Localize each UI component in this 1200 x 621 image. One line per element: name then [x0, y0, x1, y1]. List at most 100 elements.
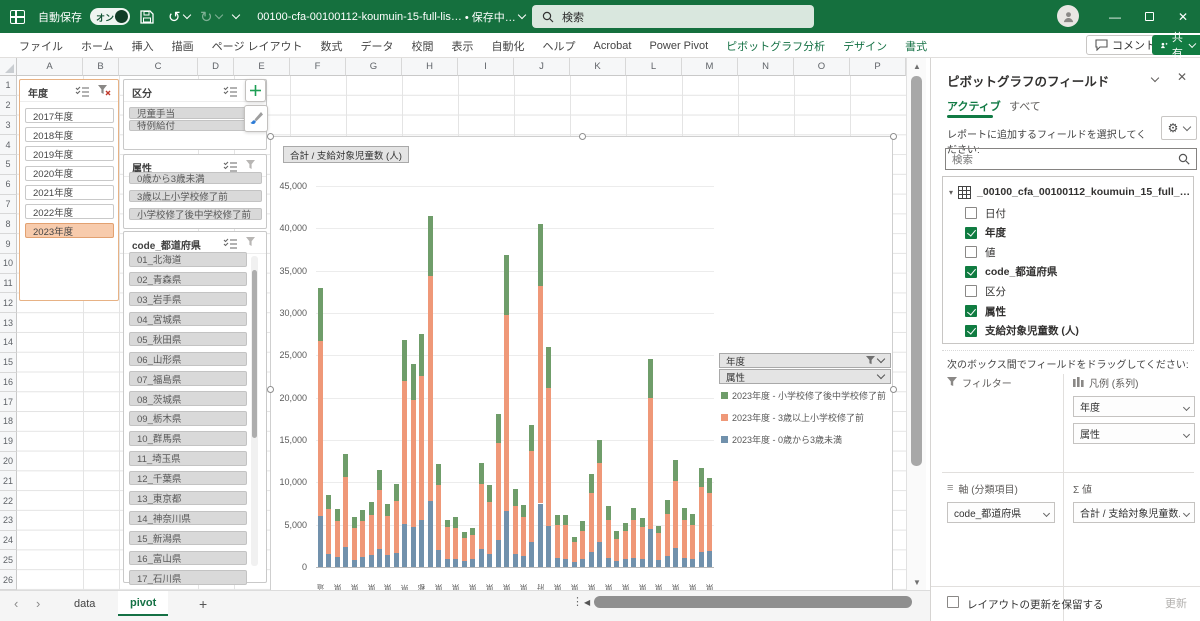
field-row-属性[interactable]: 属性 [965, 301, 1194, 321]
row-header-8[interactable]: 8 [0, 214, 17, 234]
field-checkbox-支給対象児童数 (人)[interactable] [965, 325, 977, 337]
scroll-up-arrow[interactable]: ▲ [907, 58, 927, 74]
row-header-3[interactable]: 3 [0, 116, 17, 136]
slicer-item-2017年度[interactable]: 2017年度 [25, 108, 114, 123]
row-header-14[interactable]: 14 [0, 333, 17, 353]
slicer-item-15_新潟県[interactable]: 15_新潟県 [129, 531, 247, 546]
column-header-N[interactable]: N [738, 58, 794, 76]
column-header-K[interactable]: K [570, 58, 626, 76]
defer-layout-checkbox[interactable] [947, 596, 959, 608]
share-button[interactable]: 共有 [1152, 35, 1200, 55]
slicer-item-01_北海道[interactable]: 01_北海道 [129, 252, 247, 267]
row-header-26[interactable]: 26 [0, 570, 17, 590]
slicer-item-08_茨城県[interactable]: 08_茨城県 [129, 391, 247, 406]
row-header-15[interactable]: 15 [0, 353, 17, 373]
bar-37_香川県-2023年度 - 小学校修了後中学校修了前[interactable] [623, 523, 628, 531]
field-checkbox-属性[interactable] [965, 305, 977, 317]
column-header-I[interactable]: I [458, 58, 514, 76]
pane-collapse-icon[interactable] [1149, 70, 1158, 84]
bar-43_熊本県-2023年度 - 小学校修了後中学校修了前[interactable] [673, 460, 678, 481]
slicer-item-3歳以上小学校修了前[interactable]: 3歳以上小学校修了前 [129, 190, 262, 202]
bar-01_北海道-2023年度 - 小学校修了後中学校修了前[interactable] [318, 288, 323, 341]
bar-17_石川県-2023年度 - 小学校修了後中学校修了前[interactable] [453, 517, 458, 528]
area-pill-合計 / 支給対象児童数...[interactable]: 合計 / 支給対象児童数... [1073, 502, 1195, 523]
column-header-A[interactable]: A [17, 58, 83, 76]
ribbon-tab-9[interactable]: 自動化 [483, 38, 534, 54]
redo-button[interactable]: ↻ [200, 0, 222, 33]
bar-04_宮城県-2023年度 - 小学校修了後中学校修了前[interactable] [343, 454, 348, 477]
column-header-O[interactable]: O [794, 58, 850, 76]
bar-47_沖縄県-2023年度 - 0歳から3歳未満[interactable] [707, 551, 712, 567]
slicer-item-05_秋田県[interactable]: 05_秋田県 [129, 332, 247, 347]
area-axis[interactable]: ≡軸 (分類項目) code_都道府県 [947, 480, 1055, 572]
bar-39_高知県-2023年度 - 3歳以上小学校修了前[interactable] [640, 527, 645, 558]
bar-05_秋田県-2023年度 - 0歳から3歳未満[interactable] [352, 560, 357, 567]
ribbon-tab-7[interactable]: 校閲 [403, 38, 443, 54]
bar-29_奈良県-2023年度 - 3歳以上小学校修了前[interactable] [555, 525, 560, 558]
slicer-scrollbar[interactable] [251, 256, 258, 566]
column-header-J[interactable]: J [514, 58, 570, 76]
row-header-12[interactable]: 12 [0, 293, 17, 313]
bar-25_滋賀県-2023年度 - 0歳から3歳未満[interactable] [521, 556, 526, 567]
row-header-20[interactable]: 20 [0, 452, 17, 472]
minimize-button[interactable]: — [1098, 0, 1132, 33]
row-header-17[interactable]: 17 [0, 392, 17, 412]
slicer-item-0歳から3歳未満[interactable]: 0歳から3歳未満 [129, 172, 262, 184]
bar-42_長崎県-2023年度 - 0歳から3歳未満[interactable] [665, 556, 670, 567]
bar-02_青森県-2023年度 - 3歳以上小学校修了前[interactable] [326, 509, 331, 554]
bar-14_神奈川県-2023年度 - 0歳から3歳未満[interactable] [428, 501, 433, 567]
add-sheet-button[interactable]: + [199, 591, 207, 616]
bar-23_愛知県-2023年度 - 小学校修了後中学校修了前[interactable] [504, 255, 509, 314]
filter-icon[interactable] [244, 235, 261, 251]
field-table-row[interactable]: ▾_00100_cfa_00100112_koumuin_15_full_… [949, 182, 1194, 202]
area-values[interactable]: Σ 値 合計 / 支給対象児童数... [1073, 480, 1195, 572]
bar-12_千葉県-2023年度 - 小学校修了後中学校修了前[interactable] [411, 364, 416, 400]
bar-06_山形県-2023年度 - 3歳以上小学校修了前[interactable] [360, 521, 365, 557]
bar-04_宮城県-2023年度 - 0歳から3歳未満[interactable] [343, 547, 348, 567]
bar-40_福岡県-2023年度 - 0歳から3歳未満[interactable] [648, 529, 653, 567]
bar-20_長野県-2023年度 - 3歳以上小学校修了前[interactable] [479, 484, 484, 549]
bar-07_福島県-2023年度 - 3歳以上小学校修了前[interactable] [369, 515, 374, 555]
undo-button[interactable]: ↺ [168, 0, 190, 33]
bar-36_徳島県-2023年度 - 3歳以上小学校修了前[interactable] [614, 539, 619, 561]
area-pill-属性[interactable]: 属性 [1073, 423, 1195, 444]
multi-select-icon[interactable] [222, 235, 239, 251]
row-header-1[interactable]: 1 [0, 76, 17, 96]
maximize-button[interactable] [1132, 0, 1166, 33]
bar-27_大阪府-2023年度 - 0歳から3歳未満[interactable] [538, 504, 543, 568]
bar-09_栃木県-2023年度 - 3歳以上小学校修了前[interactable] [385, 516, 390, 555]
row-header-9[interactable]: 9 [0, 234, 17, 254]
bar-08_茨城県-2023年度 - 3歳以上小学校修了前[interactable] [377, 490, 382, 549]
bar-02_青森県-2023年度 - 小学校修了後中学校修了前[interactable] [326, 495, 331, 509]
bar-14_神奈川県-2023年度 - 小学校修了後中学校修了前[interactable] [428, 216, 433, 276]
field-row-年度[interactable]: 年度 [965, 223, 1194, 243]
bar-34_広島県-2023年度 - 小学校修了後中学校修了前[interactable] [597, 440, 602, 463]
slicer-item-11_埼玉県[interactable]: 11_埼玉県 [129, 451, 247, 466]
bar-43_熊本県-2023年度 - 3歳以上小学校修了前[interactable] [673, 481, 678, 548]
bar-13_東京都-2023年度 - 小学校修了後中学校修了前[interactable] [419, 334, 424, 375]
field-checkbox-日付[interactable] [965, 207, 977, 219]
column-header-B[interactable]: B [83, 58, 119, 76]
bar-22_静岡県-2023年度 - 小学校修了後中学校修了前[interactable] [496, 414, 501, 443]
field-checkbox-年度[interactable] [965, 227, 977, 239]
bar-13_東京都-2023年度 - 3歳以上小学校修了前[interactable] [419, 376, 424, 521]
slicer-item-2023年度[interactable]: 2023年度 [25, 223, 114, 238]
bar-11_埼玉県-2023年度 - 小学校修了後中学校修了前[interactable] [402, 340, 407, 381]
bar-33_岡山県-2023年度 - 小学校修了後中学校修了前[interactable] [589, 474, 594, 493]
fields-search-input[interactable]: 検索 [945, 148, 1197, 170]
bar-46_鹿児島県-2023年度 - 0歳から3歳未満[interactable] [699, 552, 704, 567]
pivot-chart[interactable]: 合計 / 支給対象児童数 (人) 05,00010,00015,00020,00… [270, 136, 893, 590]
slicer-item-09_栃木県[interactable]: 09_栃木県 [129, 411, 247, 426]
select-all-corner[interactable] [0, 58, 17, 76]
save-icon[interactable] [140, 0, 154, 33]
chart-resize-handle[interactable] [267, 386, 274, 393]
clear-filter-icon[interactable] [96, 83, 113, 99]
bar-03_岩手県-2023年度 - 小学校修了後中学校修了前[interactable] [335, 509, 340, 521]
ribbon-tab-0[interactable]: ファイル [10, 38, 72, 54]
bar-26_京都府-2023年度 - 3歳以上小学校修了前[interactable] [529, 451, 534, 542]
chart-elements-button[interactable] [245, 79, 266, 102]
bar-04_宮城県-2023年度 - 3歳以上小学校修了前[interactable] [343, 477, 348, 546]
row-header-6[interactable]: 6 [0, 175, 17, 195]
multi-select-icon[interactable] [74, 83, 91, 99]
vertical-scroll-thumb[interactable] [911, 76, 922, 466]
